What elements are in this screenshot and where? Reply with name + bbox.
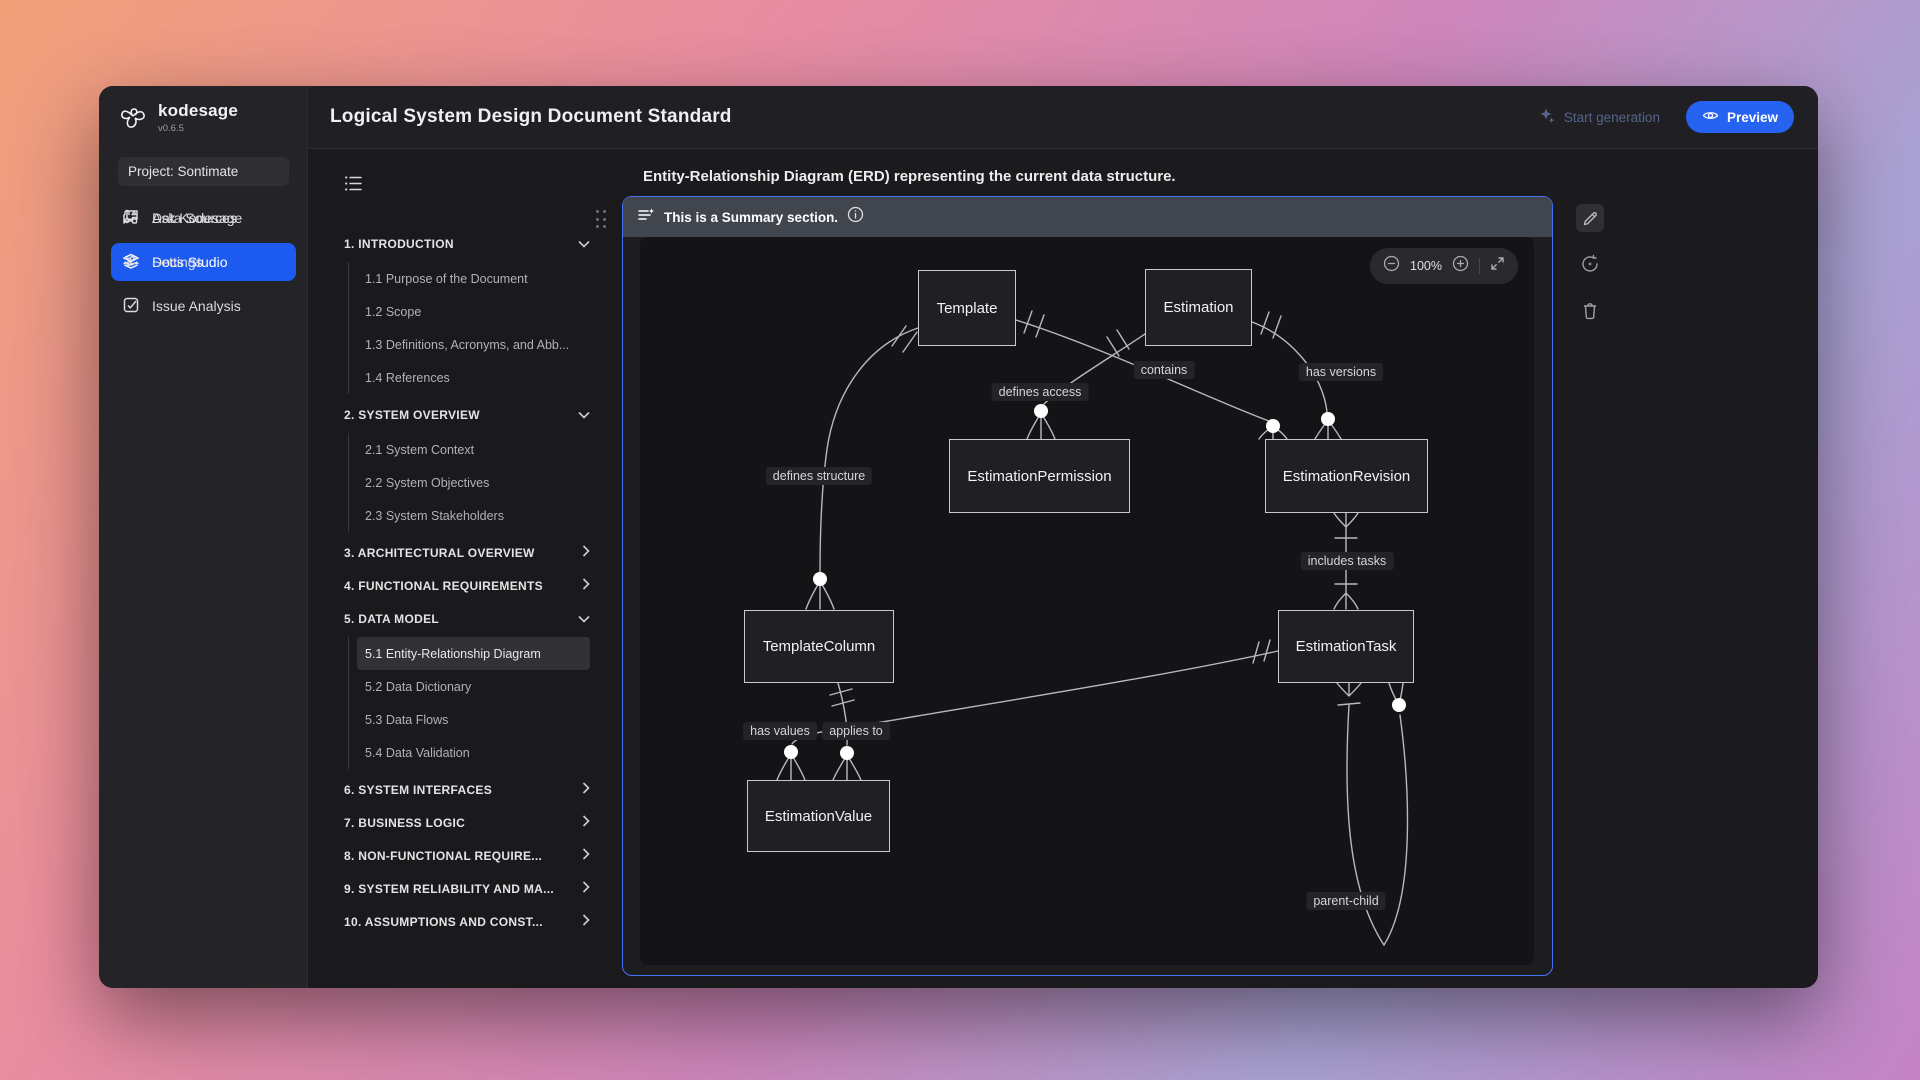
entity-estimation-permission[interactable]: EstimationPermission <box>949 439 1130 513</box>
kodesage-logo-icon <box>117 101 149 138</box>
zoom-out-button[interactable] <box>1383 255 1400 277</box>
toc-section-data-model[interactable]: 5. DATA MODEL <box>344 602 590 635</box>
toc-item-selected[interactable]: 5.1 Entity-Relationship Diagram <box>357 637 590 670</box>
erd-diagram <box>640 237 1534 965</box>
toc-section-non-functional-requirements[interactable]: 8. NON-FUNCTIONAL REQUIRE... <box>344 839 590 872</box>
toc-section-introduction[interactable]: 1. INTRODUCTION <box>344 227 590 260</box>
zoom-level: 100% <box>1410 259 1442 273</box>
regenerate-button[interactable] <box>1576 250 1604 278</box>
entity-estimation-task[interactable]: EstimationTask <box>1278 610 1414 683</box>
data-shapes-icon <box>121 207 141 230</box>
start-generation-label: Start generation <box>1564 110 1660 125</box>
chevron-right-icon <box>582 578 590 593</box>
chevron-right-icon <box>582 815 590 830</box>
eye-icon <box>1702 107 1719 127</box>
section-toolbar <box>1576 204 1604 324</box>
toc-section-system-overview[interactable]: 2. SYSTEM OVERVIEW <box>344 398 590 431</box>
entity-estimation-revision[interactable]: EstimationRevision <box>1265 439 1428 513</box>
info-icon[interactable] <box>847 206 864 228</box>
toc-item[interactable]: 2.3 System Stakeholders <box>357 499 590 532</box>
chevron-down-icon <box>578 408 590 422</box>
toc-section-label: 3. ARCHITECTURAL OVERVIEW <box>344 546 535 560</box>
relationship-label: has versions <box>1299 363 1383 381</box>
toc-section-system-interfaces[interactable]: 6. SYSTEM INTERFACES <box>344 773 590 806</box>
entity-estimation[interactable]: Estimation <box>1145 269 1252 346</box>
toc-item[interactable]: 1.2 Scope <box>357 295 590 328</box>
toc-section-label: 5. DATA MODEL <box>344 612 439 626</box>
entity-estimation-value[interactable]: EstimationValue <box>747 780 890 852</box>
sidebar: kodesage v0.6.5 Project: Sontimate Ask K… <box>99 86 308 988</box>
preview-label: Preview <box>1727 110 1778 125</box>
relationship-label: applies to <box>822 722 890 740</box>
toc-item[interactable]: 5.3 Data Flows <box>357 703 590 736</box>
document-outline: 1. INTRODUCTION 1.1 Purpose of the Docum… <box>308 149 630 988</box>
relationship-label: includes tasks <box>1301 552 1394 570</box>
topbar: Logical System Design Document Standard … <box>308 86 1818 149</box>
divider <box>1479 258 1480 274</box>
toc-section-architectural-overview[interactable]: 3. ARCHITECTURAL OVERVIEW <box>344 536 590 569</box>
toc-section-label: 9. SYSTEM RELIABILITY AND MA... <box>344 882 554 896</box>
sidebar-item-settings[interactable]: Settings <box>111 243 296 281</box>
erd-canvas[interactable]: Template Estimation EstimationPermission… <box>640 237 1534 965</box>
toc-section-system-reliability[interactable]: 9. SYSTEM RELIABILITY AND MA... <box>344 872 590 905</box>
sparkle-icon <box>1539 107 1556 127</box>
brand: kodesage v0.6.5 <box>117 101 238 138</box>
chevron-down-icon <box>578 237 590 251</box>
chevron-right-icon <box>582 881 590 896</box>
summary-section-panel[interactable]: This is a Summary section. <box>622 196 1553 976</box>
chevron-right-icon <box>582 545 590 560</box>
toc-section-assumptions-constraints[interactable]: 10. ASSUMPTIONS AND CONST... <box>344 905 590 938</box>
document-title: Logical System Design Document Standard <box>330 106 732 128</box>
toc-item[interactable]: 1.4 References <box>357 361 590 394</box>
entity-template[interactable]: Template <box>918 270 1016 346</box>
project-selector[interactable]: Project: Sontimate <box>118 157 289 186</box>
toc-item[interactable]: 2.2 System Objectives <box>357 466 590 499</box>
toc-item[interactable]: 2.1 System Context <box>357 433 590 466</box>
sliders-icon <box>121 251 141 274</box>
chevron-right-icon <box>582 782 590 797</box>
zoom-controls: 100% <box>1370 248 1518 284</box>
toc-section-label: 7. BUSINESS LOGIC <box>344 816 465 830</box>
toc-item[interactable]: 5.2 Data Dictionary <box>357 670 590 703</box>
toc-section-label: 8. NON-FUNCTIONAL REQUIRE... <box>344 849 542 863</box>
toc-section-label: 10. ASSUMPTIONS AND CONST... <box>344 915 543 929</box>
entity-template-column[interactable]: TemplateColumn <box>744 610 894 683</box>
toc-section-label: 1. INTRODUCTION <box>344 237 454 251</box>
relationship-label: contains <box>1134 361 1195 379</box>
start-generation-button[interactable]: Start generation <box>1539 107 1660 127</box>
fullscreen-icon[interactable] <box>1490 256 1505 276</box>
brand-version: v0.6.5 <box>158 123 238 134</box>
toc-item[interactable]: 5.4 Data Validation <box>357 736 590 769</box>
sidebar-item-data-sources[interactable]: Data Sources <box>111 199 296 237</box>
toc-item[interactable]: 1.1 Purpose of the Document <box>357 262 590 295</box>
toc-section-label: 6. SYSTEM INTERFACES <box>344 783 492 797</box>
brand-name: kodesage <box>158 101 238 121</box>
toc-section-business-logic[interactable]: 7. BUSINESS LOGIC <box>344 806 590 839</box>
edit-button[interactable] <box>1576 204 1604 232</box>
toc-section-label: 2. SYSTEM OVERVIEW <box>344 408 480 422</box>
preview-button[interactable]: Preview <box>1686 101 1794 133</box>
section-heading: Entity-Relationship Diagram (ERD) repres… <box>643 168 1176 185</box>
toc-section-label: 4. FUNCTIONAL REQUIREMENTS <box>344 579 543 593</box>
toc-item[interactable]: 1.3 Definitions, Acronyms, and Abb... <box>357 328 590 361</box>
sidebar-item-label: Data Sources <box>152 210 237 226</box>
toc-section-functional-requirements[interactable]: 4. FUNCTIONAL REQUIREMENTS <box>344 569 590 602</box>
delete-button[interactable] <box>1576 296 1604 324</box>
summary-banner-text: This is a Summary section. <box>664 210 838 225</box>
chevron-down-icon <box>578 612 590 626</box>
outline-list-icon[interactable] <box>344 175 590 197</box>
summary-lines-icon <box>637 207 655 228</box>
sidebar-footer: Data Sources Settings <box>111 199 296 974</box>
app-window: kodesage v0.6.5 Project: Sontimate Ask K… <box>99 86 1818 988</box>
chevron-right-icon <box>582 848 590 863</box>
relationship-label: has values <box>743 722 817 740</box>
chevron-right-icon <box>582 914 590 929</box>
sidebar-item-label: Settings <box>152 254 203 270</box>
relationship-label: parent-child <box>1306 892 1385 910</box>
relationship-label: defines structure <box>766 467 872 485</box>
section-drag-handle[interactable] <box>596 210 608 230</box>
zoom-in-button[interactable] <box>1452 255 1469 277</box>
relationship-label: defines access <box>992 383 1089 401</box>
summary-section-header: This is a Summary section. <box>623 197 1552 237</box>
